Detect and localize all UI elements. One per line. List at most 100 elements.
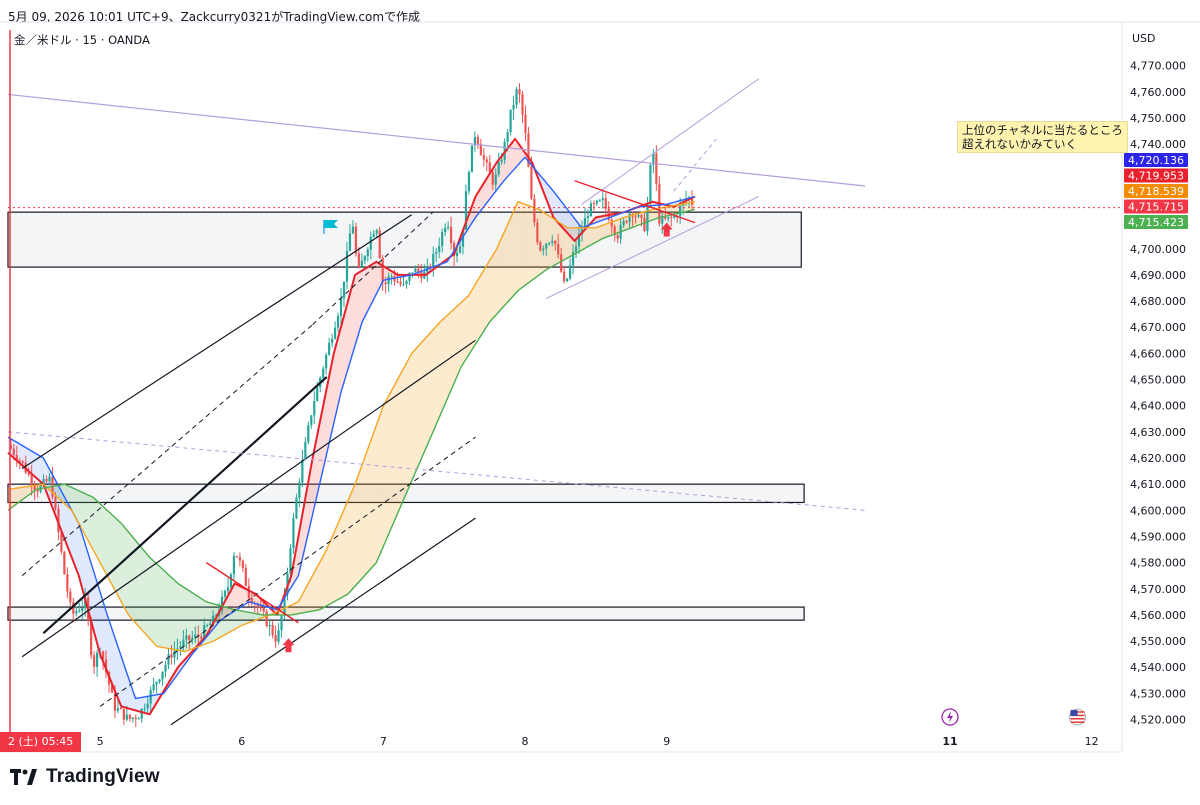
candle-body xyxy=(506,132,509,142)
candle-body xyxy=(542,248,545,251)
candle-body xyxy=(223,590,227,597)
y-tick-label: 4,540.000 xyxy=(1130,661,1186,674)
candle-body xyxy=(482,155,485,160)
crosshair-time-label: 2 (土) 05:45 xyxy=(0,732,82,752)
candle-body xyxy=(604,198,607,209)
ma-band-slow-segment xyxy=(369,425,377,571)
candle-body xyxy=(551,240,554,243)
ma-band-slow-segment xyxy=(397,366,405,514)
candle-body xyxy=(387,276,390,285)
candle-body xyxy=(643,217,646,232)
candle-body xyxy=(661,217,664,224)
candle-body xyxy=(357,253,360,268)
candle-body xyxy=(134,717,137,719)
candle-body xyxy=(226,587,230,591)
candle-body xyxy=(331,338,334,343)
annotation-note[interactable]: 上位のチャネルに当たるところ 超えれないかみていく xyxy=(957,121,1128,153)
candle-body xyxy=(622,220,625,225)
y-tick-label: 4,520.000 xyxy=(1130,714,1186,727)
y-tick-label: 4,700.000 xyxy=(1130,243,1186,256)
candle-body xyxy=(512,104,515,110)
candle-body xyxy=(557,244,560,255)
candle-body xyxy=(310,415,313,426)
candle-body xyxy=(170,654,173,658)
candle-body xyxy=(533,198,536,223)
candle-body xyxy=(140,709,143,719)
ma-band-slow-segment xyxy=(128,531,136,623)
ma-band-fast-segment xyxy=(512,142,518,172)
ma-band-slow-segment xyxy=(383,392,391,547)
candle-body xyxy=(444,227,447,233)
candle-body xyxy=(548,242,551,244)
candle-body xyxy=(485,159,488,163)
candle-body xyxy=(93,655,96,667)
candle-body xyxy=(66,574,69,592)
candle-body xyxy=(438,245,441,252)
brand-name: TradingView xyxy=(46,766,160,787)
candle-body xyxy=(69,591,72,603)
candle-body xyxy=(328,342,331,355)
candle-body xyxy=(301,459,304,483)
candle-body xyxy=(295,497,298,519)
candle-body xyxy=(36,490,39,492)
candle-body xyxy=(167,654,170,665)
candle-body xyxy=(262,607,265,612)
candle-body xyxy=(265,611,268,627)
candle-body xyxy=(63,551,66,575)
candle-body xyxy=(509,109,512,133)
candle-body xyxy=(402,284,405,286)
candle-body xyxy=(521,94,524,115)
y-tick-label: 4,530.000 xyxy=(1130,687,1186,700)
candle-body xyxy=(351,226,355,234)
candle-body xyxy=(497,161,500,175)
ma-band-slow-segment xyxy=(411,345,419,481)
ma-band-fast-segment xyxy=(126,673,133,710)
ma-band-slow-segment xyxy=(532,206,540,281)
annotation-line-2: 超えれないかみていく xyxy=(962,137,1077,151)
candle-body xyxy=(342,281,346,299)
candle-body xyxy=(200,636,203,639)
candle-body xyxy=(598,200,601,202)
trend-line-12 xyxy=(673,138,717,192)
ma-band-slow-segment xyxy=(404,353,412,498)
candle-body xyxy=(637,214,640,217)
candle-body xyxy=(191,637,194,641)
tradingview-brand[interactable]: TradingView xyxy=(10,766,160,788)
candle-body xyxy=(411,272,414,274)
x-tick-label: 8 xyxy=(522,735,529,748)
candle-body xyxy=(229,574,233,588)
candle-body xyxy=(354,226,358,254)
candle-body xyxy=(206,625,209,627)
candle-body xyxy=(241,560,244,568)
candle-body xyxy=(54,496,57,509)
candle-body xyxy=(271,624,274,636)
candle-body xyxy=(122,709,125,720)
y-tick-label: 4,580.000 xyxy=(1130,557,1186,570)
candle-body xyxy=(30,474,33,486)
candle-body xyxy=(78,610,81,612)
candle-body xyxy=(161,671,164,680)
candle-body xyxy=(244,567,247,586)
candle-body xyxy=(441,232,444,246)
price-tag-label: 4,719.953 xyxy=(1128,170,1184,183)
price-tag-label: 4,720.136 xyxy=(1128,154,1184,167)
ma-band-slow-segment xyxy=(156,563,164,648)
candle-body xyxy=(209,623,212,626)
candle-body xyxy=(610,219,613,227)
candle-body xyxy=(360,260,363,268)
candle-body xyxy=(566,278,569,282)
x-tick-label: 12 xyxy=(1085,735,1099,748)
candle-body xyxy=(125,714,128,720)
candle-body xyxy=(313,401,316,416)
y-tick-label: 4,600.000 xyxy=(1130,504,1186,517)
candle-body xyxy=(435,251,438,254)
ma-band-slow-segment xyxy=(418,337,426,465)
trend-line-8 xyxy=(7,93,866,187)
ma-band-slow-segment xyxy=(454,302,462,383)
candle-body xyxy=(325,354,328,369)
candle-body xyxy=(595,200,598,204)
trend-line-3 xyxy=(21,324,313,577)
candle-body xyxy=(649,164,652,204)
candle-body xyxy=(670,216,673,218)
ma-band-slow-segment xyxy=(142,548,150,639)
